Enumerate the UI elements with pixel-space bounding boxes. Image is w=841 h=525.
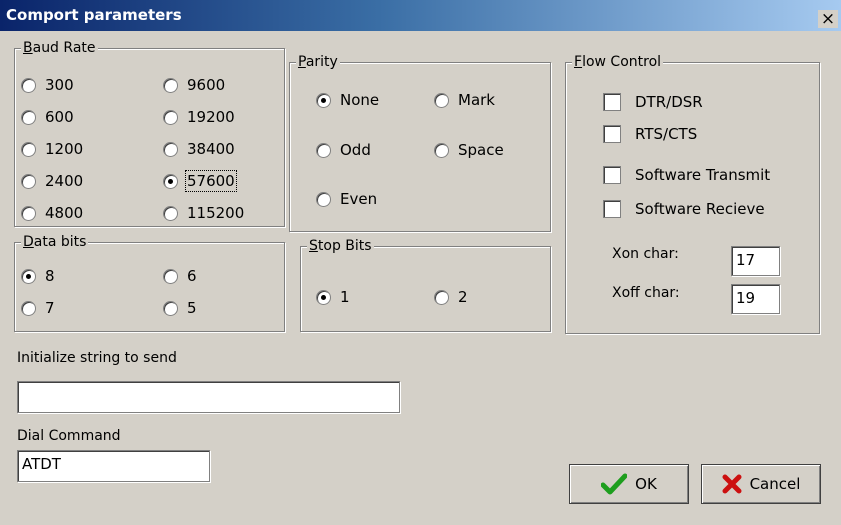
parity-odd-radio[interactable]: Odd [316,141,371,159]
data-bits-6-radio[interactable]: 6 [163,267,197,285]
dial-command-label: Dial Command [17,428,121,444]
baud-600-radio[interactable]: 600 [21,108,74,126]
parity-even-radio[interactable]: Even [316,190,377,208]
baud-2400-radio[interactable]: 2400 [21,172,83,190]
init-string-label: Initialize string to send [17,350,177,366]
ok-button[interactable]: OK [569,464,689,504]
close-icon: × [820,9,836,29]
xoff-char-label: Xoff char: [612,285,680,301]
data-bits-7-radio[interactable]: 7 [21,299,55,317]
software-transmit-checkbox[interactable]: Software Transmit [603,166,770,184]
cross-icon [722,474,742,494]
parity-mark-radio[interactable]: Mark [434,91,495,109]
baud-1200-radio[interactable]: 1200 [21,140,83,158]
init-string-input[interactable] [17,381,400,413]
data-bits-5-radio[interactable]: 5 [163,299,197,317]
flow-control-legend: Flow Control [572,53,664,71]
window-title: Comport parameters [6,6,182,24]
data-bits-8-radio[interactable]: 8 [21,267,55,285]
xon-char-input[interactable]: 17 [731,246,780,276]
baud-300-radio[interactable]: 300 [21,76,74,94]
xoff-char-input[interactable]: 19 [731,284,780,314]
baud-9600-radio[interactable]: 9600 [163,76,225,94]
baud-115200-radio[interactable]: 115200 [163,204,244,222]
dial-command-input[interactable]: ATDT [17,450,210,482]
cancel-button-label: Cancel [749,475,801,493]
ok-button-label: OK [635,475,657,493]
cancel-button[interactable]: Cancel [701,464,821,504]
dtr-dsr-checkbox[interactable]: DTR/DSR [603,93,703,111]
baud-rate-legend: Baud Rate [21,39,98,57]
parity-none-radio[interactable]: None [316,91,379,109]
baud-38400-radio[interactable]: 38400 [163,140,235,158]
data-bits-legend: Data bits [21,233,89,251]
data-bits-group: Data bits [14,233,285,332]
title-bar: Comport parameters [0,0,841,31]
close-button[interactable]: × [818,10,838,28]
parity-legend: Parity [296,53,340,71]
parity-space-radio[interactable]: Space [434,141,504,159]
rts-cts-checkbox[interactable]: RTS/CTS [603,125,697,143]
stop-bits-1-radio[interactable]: 1 [316,288,350,306]
stop-bits-2-radio[interactable]: 2 [434,288,468,306]
baud-4800-radio[interactable]: 4800 [21,204,83,222]
baud-57600-radio[interactable]: 57600 [163,170,237,192]
software-recieve-checkbox[interactable]: Software Recieve [603,200,765,218]
baud-19200-radio[interactable]: 19200 [163,108,235,126]
checkmark-icon [601,473,628,495]
baud-rate-group: Baud Rate [14,39,285,227]
stop-bits-legend: Stop Bits [307,237,374,255]
xon-char-label: Xon char: [612,246,679,262]
